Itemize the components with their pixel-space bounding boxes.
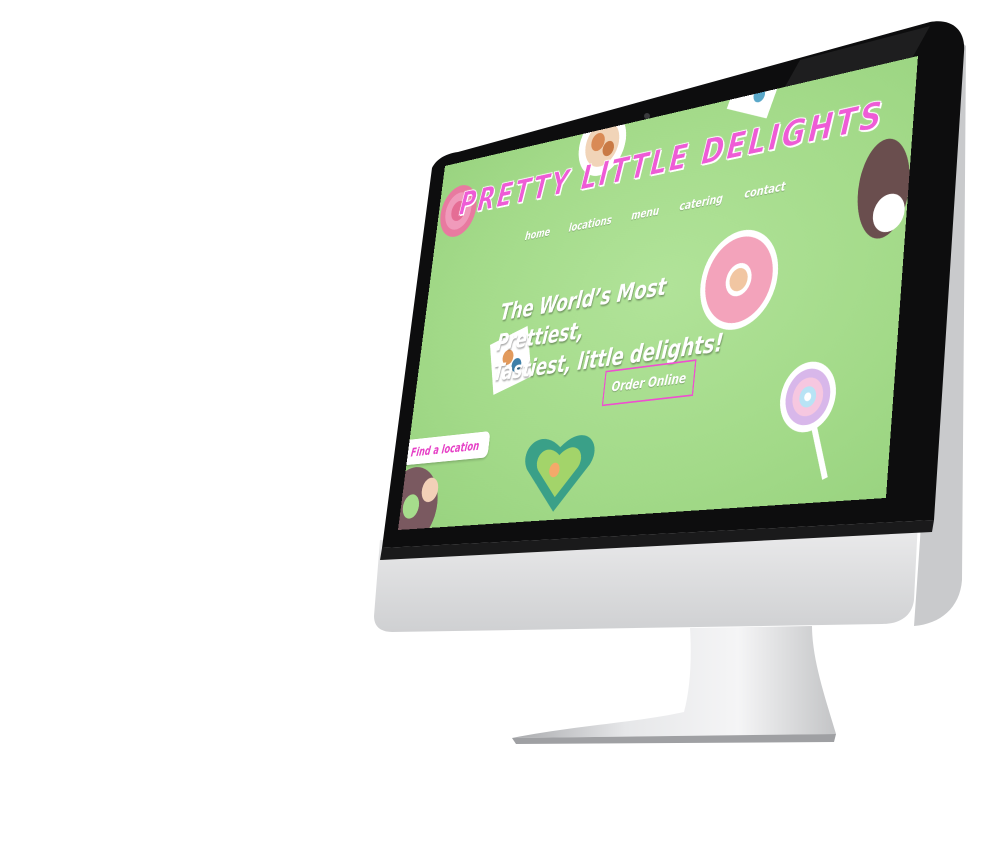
lollipop-icon — [777, 358, 839, 480]
cookie-icon — [854, 133, 914, 243]
heart-cake-icon — [518, 433, 597, 515]
chocolate-donut-icon — [397, 464, 443, 530]
monitor-mockup: PRETTY LITTLE DELIGHTS home locations me… — [0, 0, 1000, 841]
